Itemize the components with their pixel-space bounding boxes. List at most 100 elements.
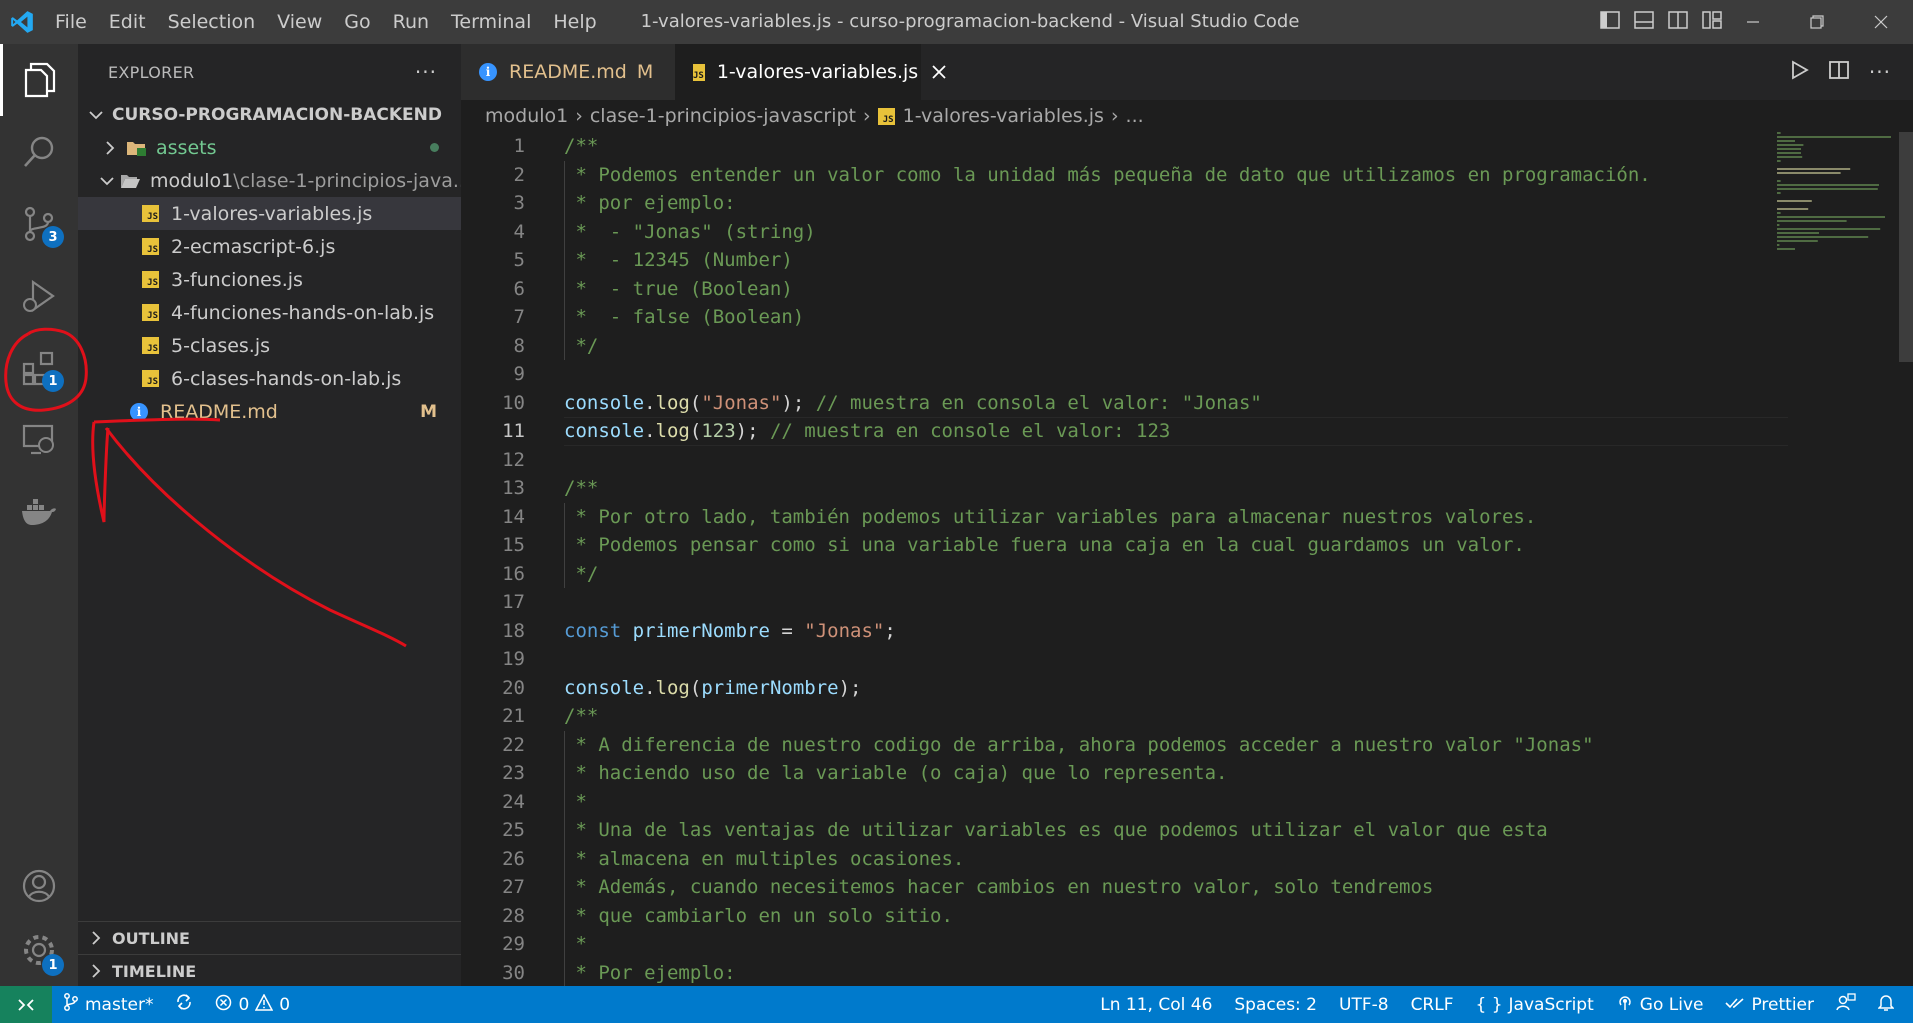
code-line[interactable]: 8 */ [461,332,1791,361]
tab-readme[interactable]: i README.md M [461,44,675,100]
workspace-root[interactable]: CURSO-PROGRAMACION-BACKEND [78,98,461,131]
docker-icon[interactable] [0,476,78,548]
code-line[interactable]: 13 /** [461,474,1791,503]
indentation[interactable]: Spaces: 2 [1223,986,1328,1023]
code-line[interactable]: 10 console.log("Jonas"); // muestra en co… [461,389,1791,418]
git-branch[interactable]: master* [52,986,164,1023]
run-file-icon[interactable] [1791,60,1809,84]
feedback-button[interactable] [1825,986,1867,1023]
code-line[interactable]: 15 * Podemos pensar como si una variable… [461,531,1791,560]
code-line[interactable]: 16 */ [461,560,1791,589]
code-line[interactable]: 21 /** [461,702,1791,731]
code-line[interactable]: 30 * Por ejemplo: [461,959,1791,987]
sync-icon [175,993,193,1016]
toggle-panel-icon[interactable] [1634,11,1654,33]
code-line[interactable]: 22 * A diferencia de nuestro codigo de a… [461,731,1791,760]
code-line[interactable]: 7 * - false (Boolean) [461,303,1791,332]
restore-icon[interactable] [1785,0,1849,44]
line-number: 14 [502,505,525,528]
minimize-icon[interactable] [1721,0,1785,44]
manage-gear-icon[interactable]: 1 [0,914,78,986]
code-line[interactable]: 2 * Podemos entender un valor como la un… [461,161,1791,190]
code-line[interactable]: 28 * que cambiarlo en un solo sitio. [461,902,1791,931]
tab-1-valores-variables[interactable]: JS 1-valores-variables.js [675,44,946,100]
customize-layout-icon[interactable] [1702,11,1722,33]
toggle-secondary-sidebar-icon[interactable] [1668,11,1688,33]
code-line[interactable]: 19 [461,645,1791,674]
more-actions-icon[interactable]: ··· [1869,60,1891,84]
extensions-icon[interactable]: 1 [0,332,78,404]
code-line[interactable]: 20 console.log(primerNombre); [461,674,1791,703]
code-line[interactable]: 17 [461,588,1791,617]
breadcrumb-item[interactable]: 1-valores-variables.js [903,105,1104,127]
branch-label: master* [85,994,154,1015]
outline-label: OUTLINE [112,928,190,948]
code-editor[interactable]: 1 /** 2 * Podemos entender un valor como l… [461,132,1913,986]
info-icon: i [130,402,148,421]
menu-terminal[interactable]: Terminal [440,0,542,44]
tree-folder-modulo1[interactable]: modulo1 \clase-1-principios-java... [78,164,461,197]
problems-indicator[interactable]: 0 0 [204,986,301,1023]
breadcrumb-item[interactable]: modulo1 [485,105,568,127]
explorer-icon[interactable] [0,44,78,116]
code-line[interactable]: 25 * Una de las ventajas de utilizar var… [461,816,1791,845]
code-line[interactable]: 23 * haciendo uso de la variable (o caja… [461,759,1791,788]
tree-file-3-funciones[interactable]: JS 3-funciones.js [78,263,461,296]
code-line[interactable]: 12 [461,446,1791,475]
menu-go[interactable]: Go [333,0,381,44]
tree-file-4-funciones-hands-on-lab[interactable]: JS 4-funciones-hands-on-lab.js [78,296,461,329]
tree-file-label: README.md [160,400,278,423]
source-control-icon[interactable]: 3 [0,188,78,260]
breadcrumb-item[interactable]: ... [1126,105,1144,127]
code-line[interactable]: 6 * - true (Boolean) [461,275,1791,304]
menu-view[interactable]: View [266,0,333,44]
accounts-icon[interactable] [0,850,78,922]
code-line[interactable]: 18 const primerNombre = "Jonas"; [461,617,1791,646]
explorer-title: EXPLORER [108,62,195,82]
code-line[interactable]: 14 * Por otro lado, también podemos util… [461,503,1791,532]
editor-scrollbar[interactable] [1899,132,1913,362]
menu-run[interactable]: Run [382,0,440,44]
close-tab-icon[interactable] [932,65,946,79]
code-line[interactable]: 29 * [461,930,1791,959]
timeline-section[interactable]: TIMELINE [78,954,461,987]
code-line[interactable]: 27 * Además, cuando necesitemos hacer ca… [461,873,1791,902]
tree-folder-assets[interactable]: assets [78,131,461,164]
cursor-position[interactable]: Ln 11, Col 46 [1089,986,1223,1023]
code-line[interactable]: 24 * [461,788,1791,817]
code-line[interactable]: 3 * por ejemplo: [461,189,1791,218]
sync-button[interactable] [164,986,204,1023]
code-line[interactable]: 11 console.log(123); // muestra en consol… [461,417,1791,446]
split-editor-icon[interactable] [1829,61,1849,83]
close-window-icon[interactable] [1849,0,1913,44]
search-icon[interactable] [0,116,78,188]
line-endings[interactable]: CRLF [1400,986,1465,1023]
breadcrumb-item[interactable]: clase-1-principios-javascript [590,105,856,127]
remote-indicator-icon[interactable] [0,986,52,1023]
menu-file[interactable]: File [44,0,98,44]
run-debug-icon[interactable] [0,260,78,332]
code-line[interactable]: 9 [461,360,1791,389]
tree-file-2-ecmascript-6[interactable]: JS 2-ecmascript-6.js [78,230,461,263]
go-live-button[interactable]: Go Live [1605,986,1715,1023]
encoding[interactable]: UTF-8 [1328,986,1400,1023]
menu-selection[interactable]: Selection [157,0,267,44]
tree-file-6-clases-hands-on-lab[interactable]: JS 6-clases-hands-on-lab.js [78,362,461,395]
code-line[interactable]: 5 * - 12345 (Number) [461,246,1791,275]
tree-file-readme[interactable]: i README.md M [78,395,461,428]
prettier-button[interactable]: Prettier [1714,986,1825,1023]
menu-edit[interactable]: Edit [98,0,157,44]
toggle-primary-sidebar-icon[interactable] [1600,11,1620,33]
minimap[interactable] [1777,132,1897,392]
menu-help[interactable]: Help [542,0,607,44]
outline-section[interactable]: OUTLINE [78,921,461,954]
language-mode[interactable]: { } JavaScript [1465,986,1605,1023]
remote-explorer-icon[interactable] [0,404,78,476]
code-line[interactable]: 1 /** [461,132,1791,161]
more-actions-icon[interactable]: ··· [415,60,437,84]
code-line[interactable]: 26 * almacena en multiples ocasiones. [461,845,1791,874]
tree-file-5-clases[interactable]: JS 5-clases.js [78,329,461,362]
code-line[interactable]: 4 * - "Jonas" (string) [461,218,1791,247]
tree-file-1-valores-variables[interactable]: JS 1-valores-variables.js [78,197,461,230]
notifications-button[interactable] [1867,986,1905,1023]
